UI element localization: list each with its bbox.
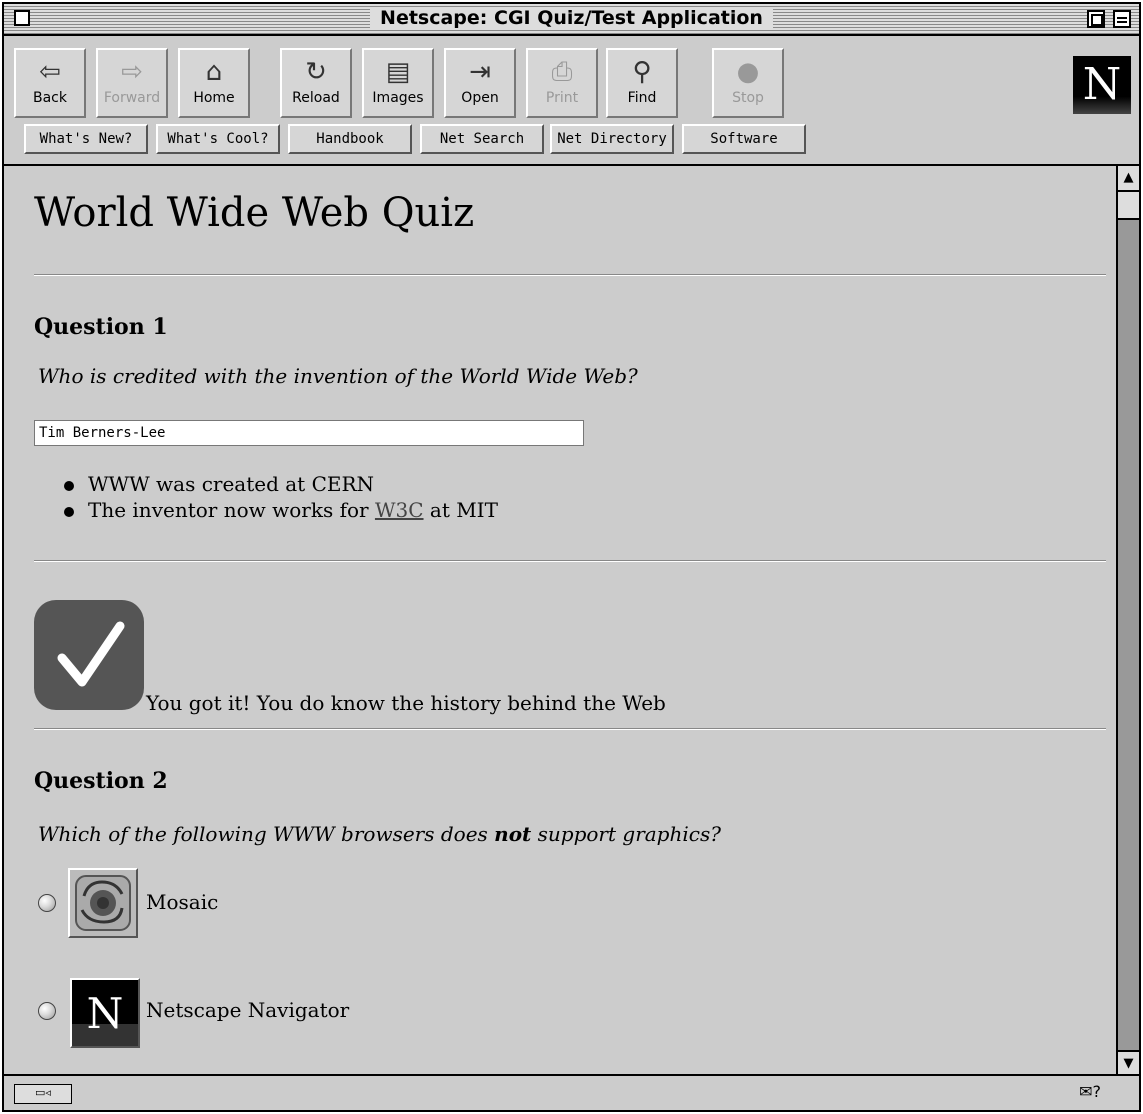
question-1-text: Who is credited with the invention of th… — [38, 364, 638, 388]
print-button[interactable]: ⎙ Print — [526, 48, 598, 118]
forward-arrow-icon: ⇨ — [121, 57, 143, 87]
collapse-box-icon[interactable] — [1113, 10, 1131, 28]
scroll-thumb[interactable] — [1118, 192, 1139, 220]
reload-button[interactable]: ↻ Reload — [280, 48, 352, 118]
back-button-label: Back — [33, 90, 67, 106]
images-icon: ▤ — [385, 57, 411, 87]
status-bar: ▭◃ ✉? — [4, 1074, 1139, 1110]
toolbar: ⇦ Back ⇨ Forward ⌂ Home ↻ Reload ▤ Image… — [4, 36, 1139, 166]
back-button[interactable]: ⇦ Back — [14, 48, 86, 118]
forward-button[interactable]: ⇨ Forward — [96, 48, 168, 118]
w3c-link[interactable]: W3C — [375, 498, 424, 522]
checkmark-icon — [34, 600, 144, 710]
forward-button-label: Forward — [103, 90, 161, 106]
stop-icon: ● — [736, 57, 760, 87]
home-button[interactable]: ⌂ Home — [178, 48, 250, 118]
hint-text: at MIT — [423, 498, 498, 522]
divider — [34, 560, 1106, 562]
open-button[interactable]: ⇥ Open — [444, 48, 516, 118]
title-bar[interactable]: Netscape: CGI Quiz/Test Application — [4, 4, 1139, 36]
radio-mosaic[interactable] — [38, 894, 56, 912]
find-button-label: Find — [627, 90, 657, 106]
home-icon: ⌂ — [205, 57, 223, 87]
page-content: World Wide Web Quiz Question 1 Who is cr… — [4, 166, 1116, 1074]
security-key-icon[interactable]: ▭◃ — [14, 1084, 72, 1104]
scroll-down-arrow-icon[interactable]: ▼ — [1118, 1050, 1139, 1076]
question-2-text: Which of the following WWW browsers does… — [38, 822, 721, 846]
stop-button[interactable]: ● Stop — [712, 48, 784, 118]
find-icon: ⚲ — [632, 57, 652, 87]
software-button[interactable]: Software — [682, 124, 806, 154]
bullet-icon — [64, 506, 74, 517]
images-button[interactable]: ▤ Images — [362, 48, 434, 118]
open-icon: ⇥ — [469, 57, 491, 87]
net-search-button[interactable]: Net Search — [420, 124, 544, 154]
reload-button-label: Reload — [292, 90, 340, 106]
mail-icon[interactable]: ✉? — [1079, 1082, 1101, 1101]
radio-netscape-navigator[interactable] — [38, 1002, 56, 1020]
netscape-logo-icon[interactable]: N — [70, 978, 140, 1048]
print-icon: ⎙ — [551, 57, 573, 87]
find-button[interactable]: ⚲ Find — [606, 48, 678, 118]
mosaic-logo-icon[interactable] — [68, 868, 138, 938]
whats-cool-button[interactable]: What's Cool? — [156, 124, 280, 154]
divider — [34, 274, 1106, 276]
option-mosaic-label: Mosaic — [146, 890, 219, 914]
print-button-label: Print — [545, 90, 579, 106]
netscape-logo-icon[interactable]: N — [1073, 56, 1131, 114]
scroll-up-arrow-icon[interactable]: ▲ — [1118, 166, 1139, 192]
whats-new-button[interactable]: What's New? — [24, 124, 148, 154]
page-title: World Wide Web Quiz — [34, 190, 475, 236]
question-1-answer-input[interactable]: Tim Berners-Lee — [34, 420, 584, 446]
hint-item: The inventor now works for W3C at MIT — [64, 498, 498, 522]
back-arrow-icon: ⇦ — [39, 57, 61, 87]
handbook-button[interactable]: Handbook — [288, 124, 412, 154]
stop-button-label: Stop — [732, 90, 764, 106]
vertical-scrollbar[interactable]: ▲ ▼ — [1116, 166, 1139, 1076]
window-title: Netscape: CGI Quiz/Test Application — [370, 7, 773, 29]
feedback-text: You got it! You do know the history behi… — [146, 691, 666, 715]
hint-text: The inventor now works for — [88, 498, 375, 522]
hint-item: WWW was created at CERN — [64, 472, 374, 496]
divider — [34, 728, 1106, 730]
zoom-box-icon[interactable] — [1087, 10, 1105, 28]
reload-icon: ↻ — [305, 57, 327, 87]
open-button-label: Open — [461, 90, 499, 106]
option-netscape-navigator-label: Netscape Navigator — [146, 998, 350, 1022]
question-2-heading: Question 2 — [34, 768, 168, 794]
net-directory-button[interactable]: Net Directory — [550, 124, 674, 154]
question-1-heading: Question 1 — [34, 314, 168, 340]
browser-window: Netscape: CGI Quiz/Test Application ⇦ Ba… — [2, 2, 1141, 1112]
bullet-icon — [64, 480, 74, 491]
home-button-label: Home — [193, 90, 235, 106]
images-button-label: Images — [372, 90, 424, 106]
hint-text: WWW was created at CERN — [88, 472, 375, 496]
svg-text:N: N — [87, 989, 124, 1038]
